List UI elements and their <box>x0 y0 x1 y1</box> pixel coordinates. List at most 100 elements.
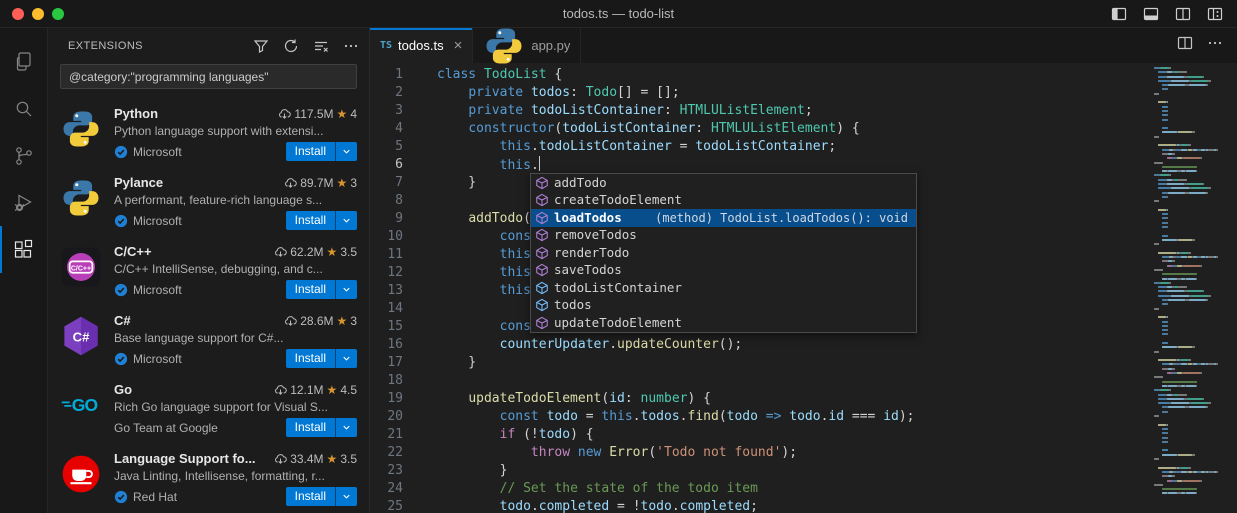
layout-sidebar-button[interactable] <box>1111 6 1127 22</box>
maximize-window-button[interactable] <box>52 8 64 20</box>
method-cube-icon <box>535 228 549 242</box>
ellipsis-button[interactable] <box>1207 35 1223 56</box>
activity-bar-item-source-control[interactable] <box>0 132 48 179</box>
install-options-button[interactable] <box>335 211 357 230</box>
activity-bar-item-search[interactable] <box>0 85 48 132</box>
install-options-button[interactable] <box>335 487 357 506</box>
layout-panel-button[interactable] <box>1143 6 1159 22</box>
method-cube-icon <box>535 193 549 207</box>
layout-split-button[interactable] <box>1175 6 1191 22</box>
code-line: class TodoList { <box>437 66 1237 84</box>
refresh-icon <box>283 38 299 54</box>
extension-name: Go <box>114 382 132 397</box>
activity-bar-item-extensions[interactable] <box>0 226 48 273</box>
suggest-item-createTodoElement[interactable]: createTodoElement <box>531 192 916 210</box>
split-editor-icon <box>1177 35 1193 51</box>
line-number: 4 <box>370 120 418 138</box>
install-options-button[interactable] <box>335 280 357 299</box>
layout-grid-icon <box>1207 6 1223 22</box>
line-number: 5 <box>370 138 418 156</box>
extension-stats: 28.6M★3 <box>278 314 357 328</box>
extension-publisher: Microsoft <box>114 145 182 159</box>
intellisense-suggest-widget: addTodocreateTodoElementloadTodos(method… <box>530 173 917 333</box>
close-tab-icon[interactable]: × <box>454 38 463 53</box>
line-number: 9 <box>370 210 418 228</box>
split-editor-button[interactable] <box>1177 35 1193 56</box>
refresh-button[interactable] <box>281 36 301 56</box>
suggest-label: addTodo <box>554 174 607 192</box>
chevron-down-icon <box>341 422 352 433</box>
tab-todos.ts[interactable]: TStodos.ts× <box>370 28 473 63</box>
install-button[interactable]: Install <box>286 211 335 230</box>
line-number: 23 <box>370 462 418 480</box>
extension-item[interactable]: GOGo12.1M★4.5Rich Go language support fo… <box>48 373 369 442</box>
text-cursor <box>539 156 541 171</box>
layout-grid-button[interactable] <box>1207 6 1223 22</box>
extension-publisher: Microsoft <box>114 352 182 366</box>
install-button[interactable]: Install <box>286 142 335 161</box>
minimap[interactable] <box>1148 63 1237 513</box>
clear-search-button[interactable] <box>311 36 331 56</box>
suggest-item-todoListContainer[interactable]: todoListContainer <box>531 279 916 297</box>
star-icon: ★ <box>327 245 338 259</box>
verified-badge-icon <box>114 214 128 228</box>
method-cube-icon <box>535 246 549 260</box>
suggest-label: todoListContainer <box>554 279 682 297</box>
python-logo-icon <box>60 177 102 219</box>
line-number: 7 <box>370 174 418 192</box>
install-button[interactable]: Install <box>286 349 335 368</box>
extension-stats: 89.7M★3 <box>278 176 357 190</box>
line-number: 18 <box>370 372 418 390</box>
activity-bar-item-explorer[interactable] <box>0 38 48 85</box>
suggest-item-todos[interactable]: todos <box>531 297 916 315</box>
sidebar-header: EXTENSIONS <box>48 28 369 63</box>
install-options-button[interactable] <box>335 418 357 437</box>
suggest-item-loadTodos[interactable]: loadTodos(method) TodoList.loadTodos(): … <box>531 209 916 227</box>
line-number: 25 <box>370 498 418 513</box>
suggest-label: loadTodos <box>554 209 622 227</box>
extension-item[interactable]: Python117.5M★4Python language support wi… <box>48 97 369 166</box>
install-button[interactable]: Install <box>286 487 335 506</box>
suggest-item-updateTodoElement[interactable]: updateTodoElement <box>531 314 916 332</box>
extension-item[interactable]: Pylance89.7M★3A performant, feature-rich… <box>48 166 369 235</box>
extensions-search-input[interactable] <box>60 64 357 89</box>
extension-rating: 3 <box>350 314 357 328</box>
filter-button[interactable] <box>251 36 271 56</box>
extension-item[interactable]: C/C++C/C++62.2M★3.5C/C++ IntelliSense, d… <box>48 235 369 304</box>
suggest-item-renderTodo[interactable]: renderTodo <box>531 244 916 262</box>
extension-item[interactable]: Language Support fo...33.4M★3.5Java Lint… <box>48 442 369 511</box>
layout-panel-icon <box>1143 6 1159 22</box>
extensions-sidebar: EXTENSIONS Python117.5M★4Python language… <box>48 28 370 513</box>
install-options-button[interactable] <box>335 142 357 161</box>
verified-badge-icon <box>114 145 128 159</box>
minimize-window-button[interactable] <box>32 8 44 20</box>
suggest-item-saveTodos[interactable]: saveTodos <box>531 262 916 280</box>
ellipsis-button[interactable] <box>341 36 361 56</box>
suggest-item-addTodo[interactable]: addTodo <box>531 174 916 192</box>
extension-rating: 3 <box>350 176 357 190</box>
install-button[interactable]: Install <box>286 418 335 437</box>
install-options-button[interactable] <box>335 349 357 368</box>
activity-bar-item-run-debug[interactable] <box>0 179 48 226</box>
extension-name: Language Support fo... <box>114 451 256 466</box>
svg-text:C#: C# <box>73 329 90 344</box>
tab-app.py[interactable]: app.py <box>473 28 581 63</box>
install-button[interactable]: Install <box>286 280 335 299</box>
editor-body[interactable]: 1234567891011121314151617181920212223242… <box>370 63 1237 513</box>
line-number: 3 <box>370 102 418 120</box>
svg-text:GO: GO <box>72 395 98 415</box>
extensions-search <box>60 64 357 89</box>
tab-label: todos.ts <box>398 38 444 53</box>
close-window-button[interactable] <box>12 8 24 20</box>
line-number: 12 <box>370 264 418 282</box>
star-icon: ★ <box>337 314 348 328</box>
cloud-download-icon <box>274 383 287 396</box>
star-icon: ★ <box>327 383 338 397</box>
files-icon <box>12 50 36 74</box>
suggest-item-removeTodos[interactable]: removeTodos <box>531 227 916 245</box>
extension-name: Python <box>114 106 158 121</box>
method-cube-icon <box>535 316 549 330</box>
python-logo-icon <box>483 25 525 67</box>
code-line: const todo = this.todos.find(todo => tod… <box>437 408 1237 426</box>
extension-item[interactable]: C#C#28.6M★3Base language support for C#.… <box>48 304 369 373</box>
